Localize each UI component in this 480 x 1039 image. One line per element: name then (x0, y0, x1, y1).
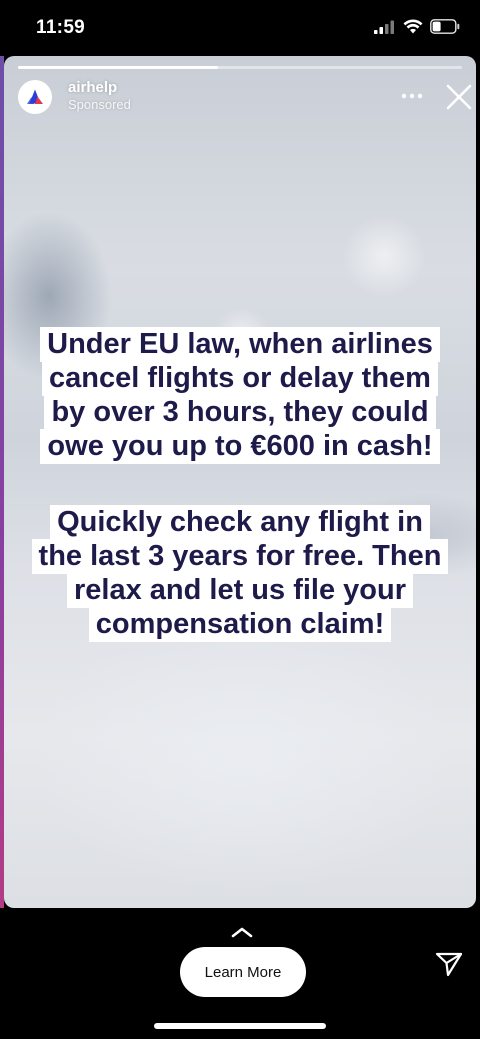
story-text-line: by over 3 hours, they could (44, 394, 436, 430)
story-text-line: Quickly check any flight in (50, 505, 430, 540)
close-button[interactable] (444, 82, 474, 112)
story-text-line: Under EU law, when airlines (40, 327, 440, 362)
swipe-up-chevron-icon[interactable] (228, 924, 256, 940)
story-text-block-2: Quickly check any flight in the last 3 y… (4, 505, 476, 642)
story-text-line: compensation claim! (88, 606, 392, 642)
close-icon (446, 84, 472, 110)
send-icon (435, 952, 463, 977)
advertiser-avatar[interactable] (18, 80, 52, 114)
status-icons (374, 19, 460, 34)
story-progress-fill (18, 66, 218, 69)
status-bar: 11:59 (0, 0, 480, 56)
advertiser-name[interactable]: airhelp (68, 79, 117, 96)
story-text-line: relax and let us file your (67, 572, 413, 608)
more-dots-icon (401, 93, 423, 99)
share-button[interactable] (434, 950, 464, 978)
signal-icon (374, 20, 394, 34)
wifi-icon (403, 19, 423, 34)
sponsored-label: Sponsored (68, 97, 131, 112)
battery-icon (430, 19, 460, 34)
story-card[interactable]: airhelp Sponsored Under EU law, when air… (4, 56, 476, 908)
story-text-line: owe you up to €600 in cash! (40, 428, 440, 464)
more-options-button[interactable] (396, 84, 428, 108)
story-text-line: the last 3 years for free. Then (31, 538, 449, 574)
story-text-line: cancel flights or delay them (42, 360, 438, 396)
story-progress-bar (18, 66, 462, 69)
status-time: 11:59 (36, 17, 86, 38)
learn-more-button[interactable]: Learn More (180, 947, 306, 997)
airhelp-logo-icon (27, 89, 43, 104)
story-text-block-1: Under EU law, when airlines cancel fligh… (4, 327, 476, 464)
story-screen: 11:59 airhelp Sponsored Under EU law, wh… (0, 0, 480, 1039)
home-indicator[interactable] (154, 1023, 326, 1029)
